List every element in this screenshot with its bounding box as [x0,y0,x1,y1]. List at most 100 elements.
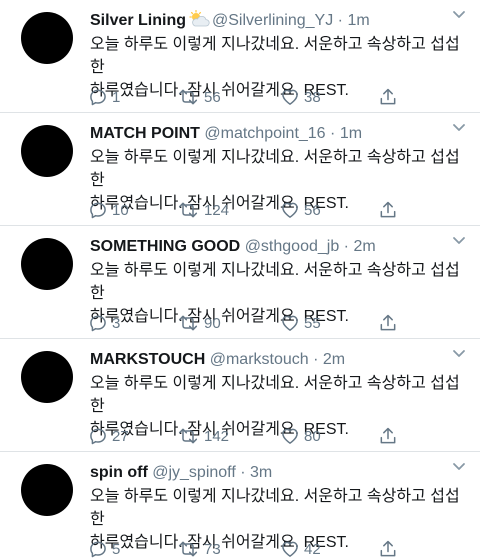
like-button[interactable]: 42 [280,538,321,560]
like-count: 56 [304,201,321,219]
like-button[interactable]: 80 [280,425,321,447]
retweet-button[interactable]: 73 [176,538,221,560]
retweet-icon [176,539,200,559]
separator-dot: · [337,12,343,29]
share-button[interactable] [378,312,398,334]
share-icon [378,426,398,446]
share-icon [378,313,398,333]
tweet[interactable]: MATCH POINT @matchpoint_16 · 1m 오늘 하루도 이… [0,113,480,226]
like-count: 55 [304,314,321,332]
retweet-icon [176,200,200,220]
retweet-icon [176,313,200,333]
reply-count: 1 [112,88,121,106]
heart-icon [280,539,300,559]
tweet[interactable]: spin off @jy_spinoff · 3m 오늘 하루도 이렇게 지나갔… [0,452,480,560]
avatar[interactable] [21,125,73,177]
timestamp[interactable]: 1m [340,125,362,142]
share-icon [378,87,398,107]
separator-dot: · [330,125,336,142]
chevron-down-icon[interactable] [452,123,466,133]
avatar[interactable] [21,238,73,290]
like-button[interactable]: 56 [280,199,321,221]
reply-icon [88,87,108,107]
retweet-count: 73 [204,540,221,558]
avatar[interactable] [21,464,73,516]
tweet[interactable]: MARKSTOUCH @markstouch · 2m 오늘 하루도 이렇게 지… [0,339,480,452]
tweet-text-line: 오늘 하루도 이렇게 지나갔네요. 서운하고 속상하고 섭섭한 [90,262,460,302]
reply-button[interactable]: 5 [88,538,120,560]
tweet-actions: 1 56 38 [88,86,408,108]
reply-button[interactable]: 1 [88,86,120,108]
tweet-actions: 5 73 42 [88,538,408,560]
tweet-header: spin off @jy_spinoff · 3m [90,462,472,484]
display-name[interactable]: MATCH POINT [90,125,200,142]
tweet-header: MARKSTOUCH @markstouch · 2m [90,349,472,371]
user-handle[interactable]: @Silverlining_YJ [212,12,333,29]
tweet-header: Silver Lining @Silverlining_YJ · 1m [90,10,472,32]
like-button[interactable]: 38 [280,86,321,108]
timestamp[interactable]: 2m [353,238,375,255]
user-handle[interactable]: @markstouch [210,351,309,368]
share-button[interactable] [378,538,398,560]
tweet[interactable]: SOMETHING GOOD @sthgood_jb · 2m 오늘 하루도 이… [0,226,480,339]
sun-behind-cloud-icon [188,10,210,28]
retweet-icon [176,426,200,446]
heart-icon [280,313,300,333]
retweet-button[interactable]: 124 [176,199,229,221]
tweet-text-line: 오늘 하루도 이렇게 지나갔네요. 서운하고 속상하고 섭섭한 [90,488,460,528]
display-name[interactable]: Silver Lining [90,12,186,29]
avatar[interactable] [21,12,73,64]
timestamp[interactable]: 2m [323,351,345,368]
retweet-button[interactable]: 142 [176,425,229,447]
like-count: 80 [304,427,321,445]
reply-count: 3 [112,314,121,332]
timestamp[interactable]: 3m [250,464,272,481]
user-handle[interactable]: @matchpoint_16 [204,125,325,142]
tweet[interactable]: Silver Lining @Silverlining_YJ · 1m 오늘 하루… [0,0,480,113]
share-icon [378,200,398,220]
share-button[interactable] [378,425,398,447]
tweet-actions: 27 142 80 [88,425,408,447]
heart-icon [280,200,300,220]
user-handle[interactable]: @sthgood_jb [245,238,340,255]
share-icon [378,539,398,559]
reply-button[interactable]: 10 [88,199,129,221]
reply-count: 5 [112,540,121,558]
retweet-count: 124 [204,201,230,219]
share-button[interactable] [378,199,398,221]
reply-icon [88,200,108,220]
like-button[interactable]: 55 [280,312,321,334]
reply-button[interactable]: 3 [88,312,120,334]
user-handle[interactable]: @jy_spinoff [152,464,236,481]
tweet-header: SOMETHING GOOD @sthgood_jb · 2m [90,236,472,258]
retweet-count: 142 [204,427,230,445]
display-name[interactable]: spin off [90,464,148,481]
share-button[interactable] [378,86,398,108]
retweet-button[interactable]: 56 [176,86,221,108]
retweet-icon [176,87,200,107]
reply-count: 27 [112,427,129,445]
tweet-text-line: 오늘 하루도 이렇게 지나갔네요. 서운하고 속상하고 섭섭한 [90,375,460,415]
tweet-actions: 10 124 56 [88,199,408,221]
retweet-button[interactable]: 90 [176,312,221,334]
reply-button[interactable]: 27 [88,425,129,447]
reply-icon [88,313,108,333]
chevron-down-icon[interactable] [452,10,466,20]
chevron-down-icon[interactable] [452,236,466,246]
display-name[interactable]: MARKSTOUCH [90,351,205,368]
timestamp[interactable]: 1m [347,12,369,29]
chevron-down-icon[interactable] [452,462,466,472]
display-name[interactable]: SOMETHING GOOD [90,238,240,255]
reply-icon [88,426,108,446]
chevron-down-icon[interactable] [452,349,466,359]
tweet-actions: 3 90 55 [88,312,408,334]
retweet-count: 56 [204,88,221,106]
separator-dot: · [313,351,319,368]
reply-icon [88,539,108,559]
separator-dot: · [240,464,246,481]
reply-count: 10 [112,201,129,219]
avatar[interactable] [21,351,73,403]
tweet-text-line: 오늘 하루도 이렇게 지나갔네요. 서운하고 속상하고 섭섭한 [90,149,460,189]
like-count: 42 [304,540,321,558]
like-count: 38 [304,88,321,106]
